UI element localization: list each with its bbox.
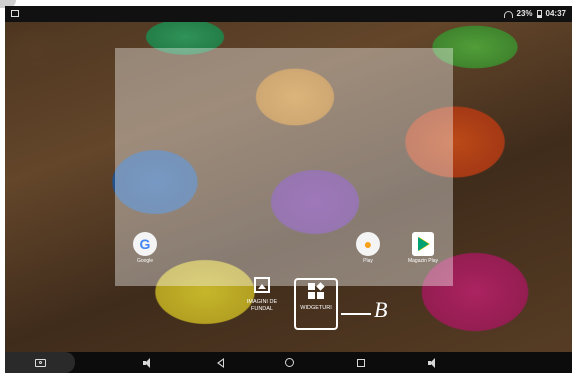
home-button[interactable]	[279, 352, 299, 373]
screenshot-icon	[34, 358, 46, 367]
battery-icon	[536, 10, 542, 18]
wallpapers-option[interactable]: IMAGINI DE FUNDAL	[238, 276, 286, 313]
play-store-icon	[412, 232, 434, 256]
tablet-screen: 23% 04:37 G Google ● Play Magazin Play I…	[5, 6, 572, 373]
wallpapers-label: IMAGINI DE FUNDAL	[246, 299, 278, 312]
annotation-pointer-line	[341, 313, 371, 315]
widgets-icon	[307, 282, 325, 300]
recents-icon	[357, 358, 365, 367]
volume-down-icon	[143, 357, 153, 368]
status-right: 23% 04:37	[503, 8, 566, 20]
volume-down-button[interactable]	[138, 352, 158, 373]
back-icon	[216, 357, 224, 368]
widgets-label: WIDGETURI	[300, 305, 332, 311]
clock: 04:37	[545, 9, 566, 18]
app-play-store[interactable]: Magazin Play	[403, 232, 443, 264]
home-icon	[284, 358, 294, 367]
recents-button[interactable]	[351, 352, 371, 373]
wallpaper: G Google ● Play Magazin Play IMAGINI DE …	[5, 22, 572, 352]
screen: 23% 04:37 G Google ● Play Magazin Play I…	[0, 0, 574, 375]
app-google[interactable]: G Google	[125, 232, 165, 264]
back-button[interactable]	[210, 352, 230, 373]
volume-up-icon	[428, 357, 438, 368]
app-label: Magazin Play	[407, 258, 438, 264]
navigation-bar	[5, 352, 572, 373]
play-games-icon: ●	[356, 232, 380, 256]
annotation-label: B	[374, 297, 388, 322]
google-icon: G	[133, 232, 157, 256]
app-label: Google	[136, 258, 154, 264]
wifi-icon	[503, 10, 513, 18]
status-bar: 23% 04:37	[5, 6, 572, 22]
widgets-option[interactable]: WIDGETURI	[292, 276, 340, 312]
app-play-games[interactable]: ● Play	[348, 232, 388, 264]
screenshot-button[interactable]	[5, 352, 75, 373]
battery-percent: 23%	[516, 9, 533, 18]
app-label: Play	[363, 258, 373, 264]
volume-up-button[interactable]	[423, 352, 443, 373]
wallpaper-icon	[253, 276, 271, 294]
notification-icon	[11, 10, 19, 17]
